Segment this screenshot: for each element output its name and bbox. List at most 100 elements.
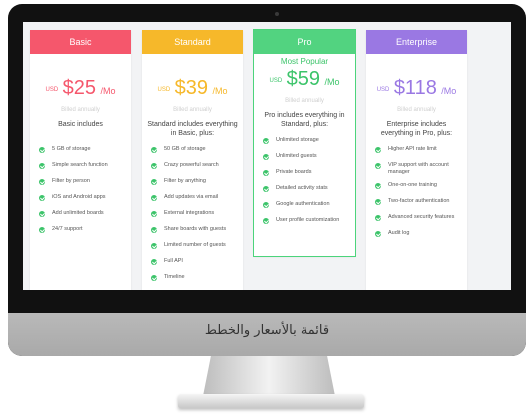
price-pro: USD $59 /Mo	[254, 68, 355, 94]
feature-item: Add unlimited boards	[39, 210, 131, 226]
check-icon	[39, 146, 45, 153]
feature-item: Limited number of guests	[151, 242, 243, 258]
price-period: /Mo	[324, 77, 340, 87]
feature-item: Two-factor authentication	[375, 198, 467, 214]
caption-text: قائمة بالأسعار والخطط	[204, 323, 330, 338]
check-icon	[39, 226, 45, 233]
feature-text: 50 GB of storage	[164, 146, 206, 152]
price-period: /Mo	[441, 86, 457, 96]
check-icon	[39, 194, 45, 201]
feature-text: 5 GB of storage	[52, 146, 91, 152]
feature-text: Crazy powerful search	[164, 162, 219, 168]
feature-text: iOS and Android apps	[52, 194, 106, 200]
check-icon	[263, 153, 269, 160]
feature-item: Share boards with guests	[151, 226, 243, 242]
feature-list: Higher API rate limit VIP support with a…	[366, 146, 467, 246]
feature-item: VIP support with account manager	[375, 162, 467, 182]
feature-item: One-on-one training	[375, 182, 467, 198]
feature-text: Unlimited guests	[276, 153, 317, 159]
check-icon	[375, 214, 381, 221]
feature-item: Simple search function	[39, 162, 131, 178]
check-icon	[151, 146, 157, 153]
check-icon	[151, 210, 157, 217]
plan-card-standard: Standard USD $39 /Mo Billed annually Sta…	[142, 30, 243, 290]
feature-item: Add updates via email	[151, 194, 243, 210]
feature-item: 5 GB of storage	[39, 146, 131, 162]
feature-text: Detailed activity stats	[276, 185, 328, 191]
feature-text: Filter by anything	[164, 178, 206, 184]
check-icon	[39, 210, 45, 217]
monitor-stand-neck	[203, 356, 335, 396]
feature-text: Filter by person	[52, 178, 90, 184]
includes-text: Enterprise includes everything in Pro, p…	[380, 121, 453, 137]
check-icon	[375, 182, 381, 189]
check-icon	[151, 162, 157, 169]
price-amount: $59	[286, 68, 321, 90]
check-icon	[151, 274, 157, 281]
feature-item: 50 GB of storage	[151, 146, 243, 162]
price-enterprise: USD $118 /Mo	[366, 77, 467, 103]
feature-text: Full API	[164, 258, 183, 264]
price-basic: USD $25 /Mo	[30, 77, 131, 103]
billing-note: Billed annually	[61, 107, 100, 113]
plan-header-enterprise: Enterprise	[366, 30, 467, 54]
billing-note: Billed annually	[285, 98, 324, 104]
feature-list: Unlimited storage Unlimited guests Priva…	[254, 137, 355, 233]
feature-text: Unlimited storage	[276, 137, 319, 143]
feature-text: User profile customization	[276, 217, 340, 223]
feature-text: External integrations	[164, 210, 215, 216]
feature-item: External integrations	[151, 210, 243, 226]
monitor: Basic USD $25 /Mo Billed annually Basic …	[8, 4, 526, 356]
feature-list: 5 GB of storage Simple search function F…	[30, 146, 131, 242]
price-amount: $39	[174, 77, 209, 99]
feature-item: Timeline	[151, 274, 243, 290]
currency-label: USD	[269, 78, 283, 84]
feature-text: One-on-one training	[388, 182, 437, 188]
price-amount: $25	[62, 77, 97, 99]
feature-text: VIP support with account manager	[388, 162, 449, 175]
check-icon	[151, 194, 157, 201]
feature-item: iOS and Android apps	[39, 194, 131, 210]
feature-item: 24/7 support	[39, 226, 131, 242]
popular-label	[366, 57, 467, 67]
feature-text: Two-factor authentication	[388, 198, 450, 204]
check-icon	[151, 242, 157, 249]
plan-header-pro: Pro	[254, 30, 355, 54]
billing-note: Billed annually	[173, 107, 212, 113]
check-icon	[39, 178, 45, 185]
check-icon	[263, 169, 269, 176]
feature-item: Full API	[151, 258, 243, 274]
billing-note: Billed annually	[397, 107, 436, 113]
feature-text: Simple search function	[52, 162, 108, 168]
feature-text: 24/7 support	[52, 226, 83, 232]
check-icon	[375, 198, 381, 205]
feature-text: Share boards with guests	[164, 226, 227, 232]
feature-text: Google authentication	[276, 201, 330, 207]
plan-card-enterprise: Enterprise USD $118 /Mo Billed annually …	[366, 30, 467, 290]
feature-item: Unlimited storage	[263, 137, 355, 153]
includes-text: Standard includes everything in Basic, p…	[147, 121, 238, 137]
feature-text: Limited number of guests	[164, 242, 226, 248]
feature-item: Advanced security features	[375, 214, 467, 230]
feature-item: Google authentication	[263, 201, 355, 217]
feature-text: Timeline	[164, 274, 185, 280]
plan-header-basic: Basic	[30, 30, 131, 54]
feature-item: Higher API rate limit	[375, 146, 467, 162]
camera-dot	[275, 12, 279, 16]
pricing-screen: Basic USD $25 /Mo Billed annually Basic …	[23, 22, 511, 290]
currency-label: USD	[157, 87, 171, 93]
check-icon	[263, 185, 269, 192]
price-amount: $118	[393, 77, 437, 99]
feature-item: Audit log	[375, 230, 467, 246]
popular-label	[142, 57, 243, 67]
check-icon	[375, 146, 381, 153]
feature-item: Detailed activity stats	[263, 185, 355, 201]
feature-list: 50 GB of storage Crazy powerful search F…	[142, 146, 243, 290]
check-icon	[375, 162, 381, 169]
feature-item: Filter by anything	[151, 178, 243, 194]
check-icon	[263, 201, 269, 208]
feature-item: Filter by person	[39, 178, 131, 194]
currency-label: USD	[376, 87, 390, 93]
feature-item: Private boards	[263, 169, 355, 185]
price-period: /Mo	[212, 86, 228, 96]
